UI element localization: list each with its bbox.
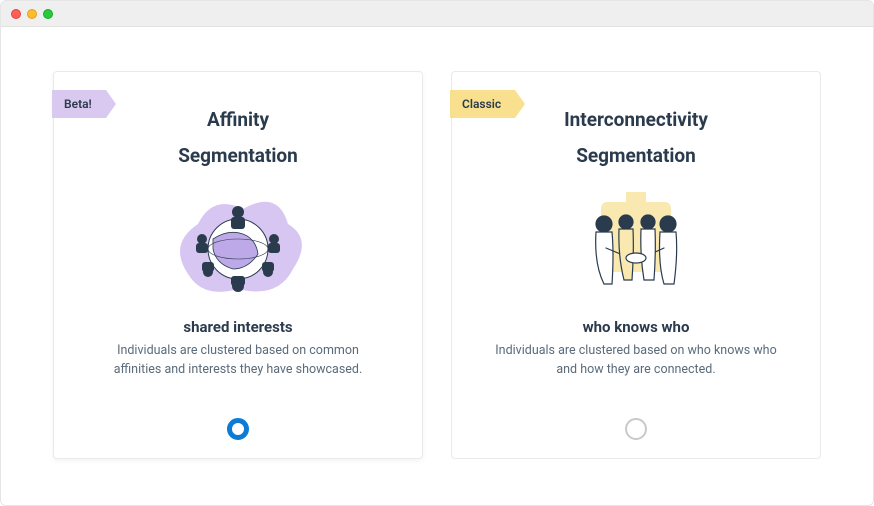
minimize-icon[interactable] — [27, 9, 37, 19]
close-icon[interactable] — [11, 9, 21, 19]
title-line: Affinity — [207, 108, 269, 131]
title-line: Segmentation — [178, 144, 298, 167]
status-badge: Classic — [450, 90, 515, 118]
radio-wrap — [625, 404, 647, 440]
maximize-icon[interactable] — [43, 9, 53, 19]
radio-wrap — [227, 404, 249, 440]
title-line: Interconnectivity — [564, 108, 708, 131]
card-interconnectivity-segmentation[interactable]: Classic Interconnectivity Segmentation — [451, 71, 821, 459]
card-description: Individuals are clustered based on commo… — [93, 342, 383, 380]
title-line: Segmentation — [576, 144, 696, 167]
card-affinity-segmentation[interactable]: Beta! Affinity Segmentation — [53, 71, 423, 459]
card-grid: Beta! Affinity Segmentation — [1, 27, 873, 505]
app-window: Beta! Affinity Segmentation — [0, 0, 874, 506]
radio-button[interactable] — [227, 418, 249, 440]
status-badge: Beta! — [52, 90, 106, 118]
card-description: Individuals are clustered based on who k… — [491, 342, 781, 380]
card-subtitle: who knows who — [583, 318, 690, 336]
illustration-people-group-icon — [556, 184, 716, 304]
card-title: Interconnectivity Segmentation — [564, 102, 708, 174]
card-subtitle: shared interests — [183, 318, 292, 336]
card-title: Affinity Segmentation — [178, 102, 298, 174]
illustration-globe-people-icon — [158, 184, 318, 304]
badge-label: Classic — [462, 97, 501, 111]
badge-label: Beta! — [64, 97, 92, 111]
window-titlebar — [1, 1, 873, 27]
radio-button[interactable] — [625, 418, 647, 440]
